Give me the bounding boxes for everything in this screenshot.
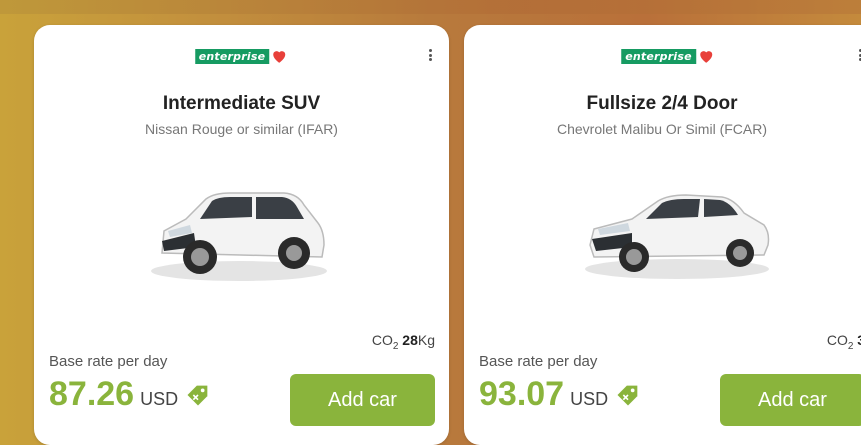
- sedan-image: [585, 194, 770, 279]
- currency-label: USD: [570, 389, 609, 409]
- car-subtitle: Nissan Rouge or similar (IFAR): [145, 121, 338, 137]
- enterprise-wordmark: enterprise: [621, 48, 696, 64]
- price-row: 87.26 USD: [49, 375, 212, 414]
- co2-emission: CO2 28Kg: [371, 332, 435, 352]
- car-title: Fullsize 2/4 Door: [586, 93, 738, 114]
- car-card-intermediate-suv: enterprise Intermediate SUV Nissan Rouge…: [34, 25, 449, 445]
- background-band: [0, 0, 861, 14]
- enterprise-logo: enterprise: [621, 47, 715, 65]
- discount-tag-icon[interactable]: [614, 381, 642, 409]
- heart-icon: [699, 51, 712, 63]
- more-options-icon[interactable]: [855, 47, 861, 63]
- car-title: Intermediate SUV: [162, 93, 321, 114]
- car-card-fullsize-door: enterprise Fullsize 2/4 Door Chevrolet M…: [464, 25, 861, 445]
- more-options-icon[interactable]: [425, 47, 435, 63]
- add-car-button[interactable]: Add car: [290, 374, 435, 426]
- discount-tag-icon[interactable]: [184, 381, 212, 409]
- price-row: 93.07 USD: [479, 375, 642, 414]
- car-subtitle: Chevrolet Malibu Or Simil (FCAR): [556, 121, 768, 137]
- price-value: 93.07: [479, 375, 565, 413]
- base-rate-label: Base rate per day: [49, 353, 168, 370]
- price-value: 87.26: [49, 375, 135, 413]
- base-rate-label: Base rate per day: [479, 353, 598, 370]
- enterprise-wordmark: enterprise: [194, 48, 270, 64]
- currency-label: USD: [140, 389, 179, 409]
- co2-emission: CO2 36Kg: [826, 332, 861, 352]
- enterprise-logo: enterprise: [194, 47, 289, 65]
- heart-icon: [273, 51, 286, 63]
- add-car-button[interactable]: Add car: [720, 374, 861, 426]
- suv-image: [151, 192, 327, 281]
